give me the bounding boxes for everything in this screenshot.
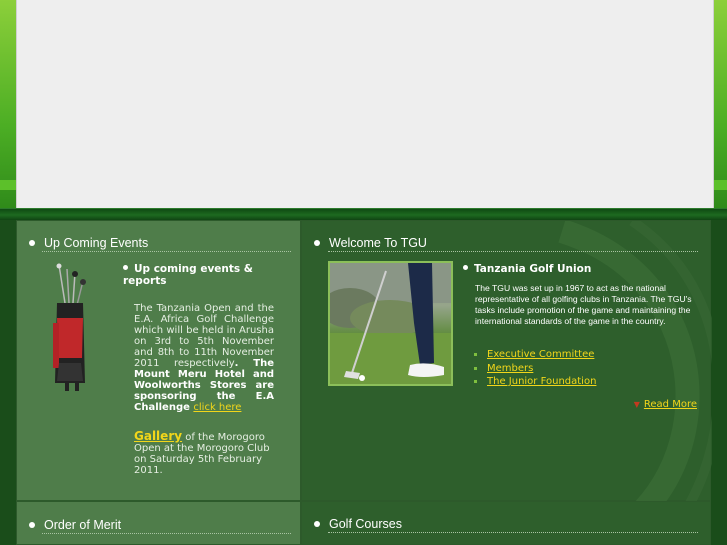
bullet-icon (29, 240, 35, 246)
junior-foundation-link[interactable]: The Junior Foundation (487, 376, 596, 387)
welcome-title-text: Welcome To TGU (329, 236, 427, 250)
golf-courses-title: Golf Courses (314, 517, 402, 531)
title-underline (42, 533, 291, 534)
tgu-description: The TGU was set up in 1967 to act as the… (475, 283, 692, 326)
gallery-paragraph: Gallery of the Morogoro Open at the Moro… (134, 429, 279, 476)
upcoming-events-title-text: Up Coming Events (44, 236, 149, 250)
tgu-heading-text: Tanzania Golf Union (474, 263, 592, 275)
bullet-icon (474, 380, 477, 384)
read-more[interactable]: ▼ Read More (634, 399, 697, 410)
bullet-icon (314, 521, 320, 527)
upcoming-heading-text: Up coming events & reports (123, 263, 253, 287)
title-underline (328, 251, 698, 252)
bullet-icon (314, 240, 320, 246)
bullet-icon (29, 522, 35, 528)
left-background (0, 220, 16, 545)
executive-committee-link[interactable]: Executive Committee (487, 349, 594, 360)
order-of-merit-title: Order of Merit (29, 518, 121, 532)
order-of-merit-title-text: Order of Merit (44, 518, 122, 532)
read-more-link[interactable]: Read More (644, 399, 697, 410)
right-green-gradient (712, 0, 727, 210)
tgu-heading: Tanzania Golf Union (463, 263, 591, 275)
upcoming-heading: Up coming events & reports (123, 263, 283, 287)
title-underline (328, 532, 698, 533)
left-green-gradient (0, 0, 16, 210)
right-background (711, 220, 727, 545)
welcome-title: Welcome To TGU (314, 236, 427, 250)
upcoming-events-text: The Tanzania Open and the E.A. Africa Go… (134, 303, 274, 413)
golf-bag-icon (53, 263, 86, 391)
list-item: Executive Committee (474, 348, 596, 362)
title-underline (42, 251, 291, 252)
golfer-photo (328, 261, 453, 386)
click-here-link[interactable]: click here (193, 402, 241, 413)
gallery-link[interactable]: Gallery (134, 429, 182, 443)
bullet-icon (123, 265, 128, 270)
upcoming-events-title: Up Coming Events (29, 236, 148, 250)
arrow-icon: ▼ (633, 400, 640, 409)
list-item: Members (474, 362, 596, 376)
golf-courses-title-text: Golf Courses (329, 517, 402, 531)
members-link[interactable]: Members (487, 363, 533, 374)
list-item: The Junior Foundation (474, 375, 596, 389)
header-banner (16, 0, 714, 208)
golfer-illustration (330, 263, 451, 384)
tgu-links-list: Executive Committee Members The Junior F… (474, 348, 596, 389)
bullet-icon (474, 366, 477, 370)
bullet-icon (463, 265, 468, 270)
bullet-icon (474, 353, 477, 357)
